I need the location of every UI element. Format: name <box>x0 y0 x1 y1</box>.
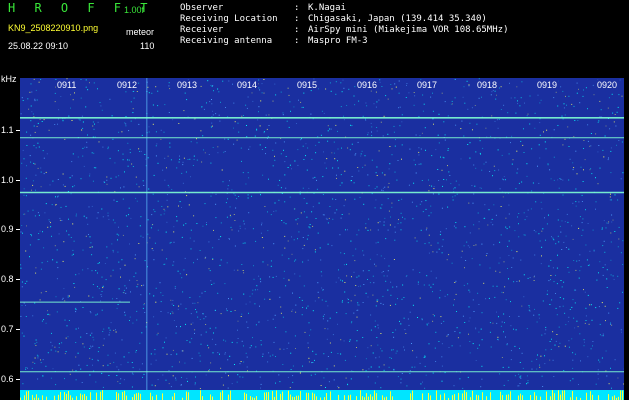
x-tick-label: 0914 <box>236 80 259 90</box>
antenna-row: Receiving antenna: Maspro FM-3 <box>180 36 368 47</box>
y-tick-mark <box>16 279 20 280</box>
file-name: KN9_2508220910.png <box>8 23 99 33</box>
x-tick-label: 0911 <box>56 80 78 90</box>
x-tick-label: 0912 <box>116 80 139 90</box>
date-time: 25.08.22 09:10 <box>8 41 69 51</box>
x-tick-label: 0913 <box>176 80 199 90</box>
y-tick-mark <box>16 229 20 230</box>
y-tick-label: 0.6 <box>1 374 14 384</box>
y-axis-unit: kHz <box>1 74 17 84</box>
y-tick-mark <box>16 379 20 380</box>
receiver-value: AirSpy mini (Miakejima VOR 108.65MHz) <box>308 25 509 35</box>
y-tick-mark <box>16 130 20 131</box>
x-tick-label: 0916 <box>356 80 379 90</box>
mode-label: meteor <box>126 27 155 37</box>
antenna-label: Receiving antenna <box>180 36 273 46</box>
x-tick-label: 0920 <box>596 80 619 90</box>
mode-value: 110 <box>140 41 155 51</box>
y-tick-label: 0.9 <box>1 224 14 234</box>
location-value: Chigasaki, Japan (139.414 35.340) <box>308 14 487 24</box>
separator: : <box>294 36 300 46</box>
separator: : <box>294 14 300 24</box>
receiver-label: Receiver <box>180 25 224 35</box>
y-tick-mark <box>16 180 20 181</box>
x-tick-label: 0919 <box>536 80 559 90</box>
location-label: Receiving Location <box>180 14 278 24</box>
bottom-band <box>20 390 624 400</box>
x-tick-label: 0917 <box>416 80 439 90</box>
y-tick-label: 0.8 <box>1 274 14 284</box>
receiver-row: Receiver: AirSpy mini (Miakejima VOR 108.… <box>180 25 508 36</box>
y-tick-label: 1.1 <box>1 125 14 135</box>
location-row: Receiving Location: Chigasaki, Japan (139… <box>180 14 487 25</box>
noise-speckle <box>20 78 624 389</box>
separator: : <box>294 3 300 13</box>
y-tick-label: 0.7 <box>1 324 14 334</box>
separator: : <box>294 25 300 35</box>
x-tick-label: 0915 <box>296 80 319 90</box>
observer-value: K.Nagai <box>308 3 346 13</box>
y-tick-label: 1.0 <box>1 175 14 185</box>
spectrogram-plot <box>20 78 624 400</box>
spectrogram-svg <box>20 78 624 400</box>
y-tick-mark <box>16 329 20 330</box>
x-tick-label: 0918 <box>476 80 499 90</box>
observer-row: Observer: K.Nagai <box>180 3 346 14</box>
meteor-trail <box>146 78 148 400</box>
observer-label: Observer <box>180 3 224 13</box>
antenna-value: Maspro FM-3 <box>308 36 368 46</box>
app-version: 1.00f <box>124 5 145 15</box>
